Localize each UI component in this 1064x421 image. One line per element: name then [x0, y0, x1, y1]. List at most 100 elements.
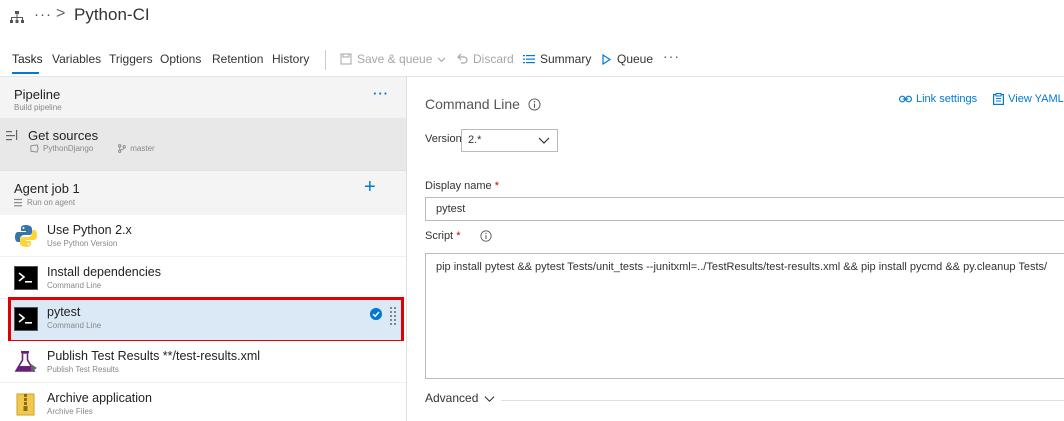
- advanced-label: Advanced: [425, 391, 479, 405]
- advanced-section-toggle[interactable]: Advanced: [425, 391, 495, 405]
- breadcrumb-chevron-icon: >: [56, 5, 66, 22]
- task-type: Publish Test Results: [47, 365, 119, 374]
- display-name-label-row: Display name *: [425, 180, 499, 192]
- task-detail-header: Command Line: [425, 96, 541, 112]
- task-detail-panel: Command Line Link settings View YAML Ver…: [407, 77, 1064, 421]
- task-item-archive-application[interactable]: Archive application Archive Files: [0, 383, 406, 421]
- chevron-down-icon: [484, 395, 495, 402]
- active-tab-indicator: [12, 72, 39, 74]
- tab-variables[interactable]: Variables: [52, 52, 101, 66]
- summary-label: Summary: [540, 52, 592, 66]
- flask-icon: [14, 351, 37, 372]
- add-task-button[interactable]: +: [364, 176, 376, 199]
- task-name: Use Python 2.x: [47, 223, 132, 237]
- chevron-down-icon: [437, 56, 446, 62]
- link-icon: [899, 95, 912, 103]
- agent-job-label: Agent job 1: [14, 181, 80, 196]
- pipeline-sublabel: Build pipeline: [14, 103, 62, 112]
- drag-handle-icon[interactable]: [389, 305, 397, 327]
- tab-retention[interactable]: Retention: [212, 52, 263, 66]
- check-icon: [370, 308, 382, 320]
- get-sources-icon: [6, 130, 18, 141]
- task-item-publish-test-results[interactable]: Publish Test Results **/test-results.xml…: [0, 341, 406, 383]
- discard-label: Discard: [473, 52, 514, 66]
- agent-job-node[interactable]: Agent job 1 Run on agent +: [0, 170, 406, 214]
- get-sources-meta: PythonDjango master: [30, 144, 155, 153]
- python-icon: [15, 225, 37, 247]
- organization-icon[interactable]: [10, 10, 24, 24]
- breadcrumb-more-button[interactable]: ···: [34, 6, 52, 23]
- task-type: Command Line: [47, 281, 102, 290]
- task-item-use-python[interactable]: Use Python 2.x Use Python Version: [0, 215, 406, 257]
- task-name: Install dependencies: [47, 265, 161, 279]
- task-item-install-dependencies[interactable]: Install dependencies Command Line: [0, 257, 406, 299]
- display-name-label: Display name: [425, 180, 492, 192]
- link-settings-button[interactable]: Link settings: [899, 93, 977, 105]
- agent-job-sublabel: Run on agent: [27, 198, 76, 207]
- required-marker: *: [494, 180, 499, 192]
- queue-button[interactable]: Queue: [601, 52, 653, 66]
- view-yaml-button[interactable]: View YAML: [993, 93, 1064, 105]
- branch-name: master: [130, 144, 155, 153]
- task-name: pytest: [47, 305, 81, 319]
- play-icon: [602, 53, 612, 65]
- task-list: Use Python 2.x Use Python Version Instal…: [0, 215, 406, 421]
- command-line-icon: [14, 266, 38, 290]
- task-name: Publish Test Results **/test-results.xml: [47, 349, 261, 363]
- required-marker: *: [456, 230, 461, 242]
- task-detail-title: Command Line: [425, 96, 520, 112]
- task-list-panel: Pipeline Build pipeline ··· Get sources …: [0, 77, 406, 421]
- agent-icon: [14, 198, 23, 207]
- pipeline-title: Python-CI: [74, 5, 150, 24]
- task-item-pytest[interactable]: pytest Command Line: [8, 297, 404, 343]
- version-value: 2.*: [468, 134, 482, 146]
- task-name: Archive application: [47, 391, 152, 405]
- archive-icon: [16, 393, 35, 416]
- script-label-row: Script *: [425, 230, 493, 242]
- pipeline-label: Pipeline: [14, 87, 61, 102]
- tab-triggers[interactable]: Triggers: [109, 52, 153, 66]
- tab-toolbar: Tasks Variables Triggers Options Retenti…: [0, 48, 1064, 74]
- info-icon[interactable]: [480, 230, 493, 242]
- tab-tasks[interactable]: Tasks: [12, 52, 43, 66]
- get-sources-node[interactable]: Get sources PythonDjango master: [0, 118, 406, 170]
- pipeline-more-button[interactable]: ···: [373, 86, 389, 101]
- script-value: pip install pytest && pytest Tests/unit_…: [436, 261, 1048, 273]
- save-queue-label: Save & queue: [357, 52, 433, 66]
- task-type: Use Python Version: [47, 239, 118, 248]
- branch-icon: [118, 144, 127, 153]
- clipboard-icon: [993, 93, 1005, 105]
- get-sources-label: Get sources: [28, 128, 99, 143]
- task-type: Command Line: [47, 321, 102, 330]
- view-yaml-label: View YAML: [1008, 93, 1064, 105]
- script-label: Script: [425, 230, 454, 242]
- display-name-field[interactable]: pytest: [425, 197, 1064, 221]
- discard-button[interactable]: Discard: [456, 52, 514, 66]
- chevron-down-icon: [538, 137, 550, 144]
- save-queue-button[interactable]: Save & queue: [340, 52, 446, 66]
- script-textarea[interactable]: pip install pytest && pytest Tests/unit_…: [425, 253, 1064, 379]
- pipeline-node[interactable]: Pipeline Build pipeline ···: [0, 77, 406, 117]
- save-icon: [340, 53, 352, 65]
- task-type: Archive Files: [47, 407, 93, 416]
- display-name-value: pytest: [436, 203, 466, 215]
- summary-button[interactable]: Summary: [523, 52, 591, 66]
- repo-name: PythonDjango: [43, 144, 94, 153]
- task-detail-actions: Link settings View YAML: [899, 93, 1064, 105]
- toolbar-more-button[interactable]: ···: [663, 48, 680, 64]
- toolbar-divider: [325, 50, 326, 70]
- tab-options[interactable]: Options: [160, 52, 201, 66]
- info-icon[interactable]: [528, 97, 541, 111]
- tab-history[interactable]: History: [272, 52, 309, 66]
- advanced-divider: [501, 400, 1064, 401]
- version-label: Version: [425, 133, 462, 145]
- link-settings-label: Link settings: [916, 93, 978, 105]
- header: ··· > Python-CI: [0, 0, 1064, 38]
- repo-icon: [30, 144, 39, 153]
- undo-icon: [457, 53, 468, 64]
- command-line-icon: [14, 307, 38, 331]
- version-select[interactable]: 2.*: [461, 129, 558, 152]
- queue-label: Queue: [617, 52, 654, 66]
- list-icon: [523, 55, 535, 64]
- agent-job-meta: Run on agent: [14, 198, 75, 207]
